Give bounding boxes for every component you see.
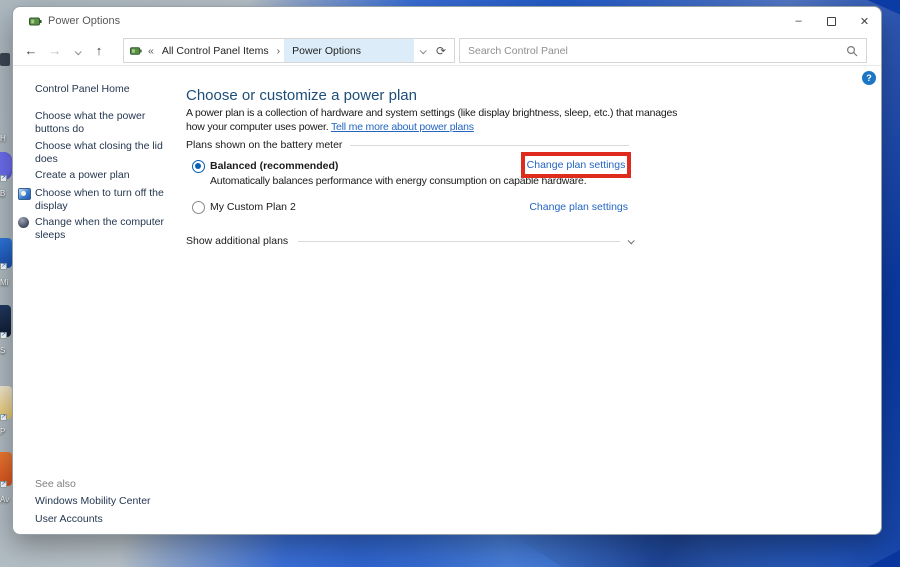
desktop-icon-label: H <box>0 134 6 143</box>
sidebar-item-control-panel-home[interactable]: Control Panel Home <box>35 83 171 96</box>
chevron-down-icon[interactable] <box>627 236 635 244</box>
shortcut-arrow-icon: ↗ <box>0 263 7 270</box>
desktop-icon-label: S <box>0 346 6 355</box>
show-additional-plans[interactable]: Show additional plans <box>186 235 635 247</box>
desktop-icon-fragment[interactable]: ↗ <box>0 305 11 339</box>
desktop-icon-label: B <box>0 189 6 198</box>
change-plan-settings-link-custom[interactable]: Change plan settings <box>528 201 628 213</box>
sidebar-item-turn-off-display[interactable]: Choose when to turn off the display <box>35 187 171 213</box>
desktop-icon-label: Mi <box>0 278 9 287</box>
page-title: Choose or customize a power plan <box>186 87 417 104</box>
breadcrumb-all-control-panel-items[interactable]: All Control Panel Items <box>158 45 273 57</box>
desktop-icon-fragment[interactable]: ↗ <box>0 152 12 182</box>
address-bar[interactable]: « All Control Panel Items › Power Option… <box>123 38 455 63</box>
recent-pages-dropdown[interactable] <box>67 42 87 60</box>
navigation-bar: ← → ↑ « All Control Panel Items › Power … <box>13 36 881 65</box>
forward-button[interactable]: → <box>43 43 67 58</box>
sidebar-item-closing-lid[interactable]: Choose what closing the lid does <box>35 140 171 166</box>
show-additional-plans-label: Show additional plans <box>186 235 289 247</box>
description-line2: how your computer uses power. Tell me mo… <box>186 121 474 133</box>
shortcut-arrow-icon: ↗ <box>0 175 7 182</box>
description-line1: A power plan is a collection of hardware… <box>186 107 678 119</box>
radio-balanced[interactable] <box>192 160 205 173</box>
sidebar-item-create-power-plan[interactable]: Create a power plan <box>35 169 171 182</box>
close-button[interactable]: ✕ <box>848 8 881 35</box>
divider <box>298 240 620 242</box>
window-title: Power Options <box>48 15 121 27</box>
breadcrumb-power-options[interactable]: Power Options <box>284 39 414 62</box>
power-options-battery-icon <box>29 15 42 28</box>
divider <box>350 144 629 146</box>
highlight-box: Change plan settings <box>521 152 631 178</box>
see-also-header: See also <box>35 478 76 490</box>
plan-name-balanced[interactable]: Balanced (recommended) <box>210 160 338 172</box>
shortcut-arrow-icon: ↗ <box>0 481 7 488</box>
change-plan-settings-link-balanced[interactable]: Change plan settings <box>527 159 626 171</box>
minimize-button[interactable]: – <box>782 8 815 35</box>
help-button[interactable]: ? <box>862 71 876 85</box>
up-button[interactable]: ↑ <box>87 43 111 58</box>
power-options-window: Power Options – ✕ ← → ↑ « All Control Pa… <box>12 6 882 535</box>
maximize-icon <box>827 16 836 26</box>
plans-group-label: Plans shown on the battery meter <box>186 139 343 151</box>
sidebar-item-power-buttons[interactable]: Choose what the power buttons do <box>35 110 171 136</box>
chevron-down-icon <box>74 47 82 55</box>
desktop-icon-label: Av <box>0 495 10 504</box>
breadcrumb-collapse-icon[interactable]: « <box>144 45 158 57</box>
desktop-icon-fragment[interactable]: ↗ <box>0 386 12 421</box>
sidebar-link-windows-mobility-center[interactable]: Windows Mobility Center <box>35 495 151 507</box>
search-icon[interactable] <box>846 45 858 57</box>
radio-my-custom-plan-2[interactable] <box>192 201 205 214</box>
sleep-moon-icon <box>18 217 29 228</box>
plans-group-header: Plans shown on the battery meter <box>186 139 629 151</box>
refresh-button[interactable]: ⟳ <box>432 44 450 58</box>
desktop-icon-fragment[interactable]: ↗ <box>0 452 12 488</box>
sidebar-link-user-accounts[interactable]: User Accounts <box>35 513 103 525</box>
desktop-icon-fragment[interactable] <box>0 53 10 66</box>
sidebar-item-computer-sleeps[interactable]: Change when the computer sleeps <box>35 216 171 242</box>
shortcut-arrow-icon: ↗ <box>0 414 7 421</box>
desktop-icon-label: P <box>0 427 6 436</box>
shortcut-arrow-icon: ↗ <box>0 332 7 339</box>
search-box[interactable] <box>459 38 867 63</box>
back-button[interactable]: ← <box>19 43 43 58</box>
title-bar[interactable]: Power Options – ✕ <box>13 7 881 35</box>
display-clock-icon <box>18 188 31 200</box>
maximize-button[interactable] <box>815 8 848 35</box>
divider <box>13 65 881 66</box>
tell-me-more-link[interactable]: Tell me more about power plans <box>331 121 474 133</box>
breadcrumb-separator-icon[interactable]: › <box>273 45 285 57</box>
plan-name-my-custom-plan-2[interactable]: My Custom Plan 2 <box>210 201 296 213</box>
search-input[interactable] <box>468 44 846 57</box>
address-dropdown[interactable] <box>414 45 432 57</box>
chevron-down-icon <box>420 46 428 54</box>
control-panel-icon <box>130 45 142 57</box>
desktop-icon-fragment[interactable]: ↗ <box>0 238 12 270</box>
